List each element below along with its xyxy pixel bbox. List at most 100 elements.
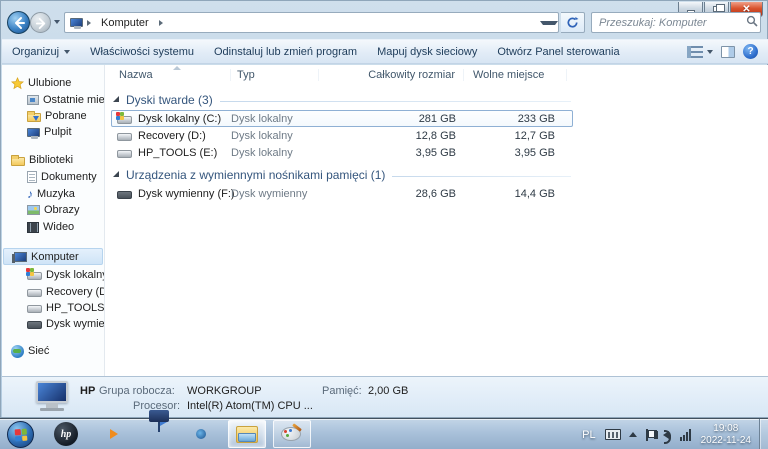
search-box [591, 12, 761, 33]
change-view-button[interactable] [687, 46, 713, 58]
computer-icon [30, 381, 70, 411]
search-icon[interactable] [746, 15, 763, 30]
sidebar-item-label: Pobrane [45, 110, 87, 122]
table-row-recovery-d[interactable]: Recovery (D:) Dysk lokalny 12,8 GB 12,7 … [113, 127, 575, 144]
sidebar-item-obrazy[interactable]: Obrazy [2, 202, 104, 218]
video-icon [27, 222, 39, 233]
chevron-down-icon [707, 50, 713, 54]
recent-pages-dropdown[interactable] [54, 20, 60, 24]
taskbar-hp-button[interactable]: hp [54, 422, 80, 448]
hidden-icons-button[interactable] [629, 432, 637, 437]
back-button[interactable] [7, 11, 30, 34]
desktop-icon [27, 128, 40, 137]
taskbar-media-player-button[interactable] [101, 422, 127, 448]
system-tray: PL 19:08 2022-11-24 [577, 419, 768, 449]
sidebar-item-label: Dysk wymienny [46, 318, 104, 330]
show-desktop-button[interactable] [759, 419, 768, 449]
sidebar-group-siec[interactable]: Sieć [2, 343, 104, 359]
column-header-nazwa[interactable]: Nazwa [113, 69, 231, 81]
table-row-hp-tools-e[interactable]: HP_TOOLS (E:) Dysk lokalny 3,95 GB 3,95 … [113, 144, 575, 161]
group-divider-line [220, 101, 571, 102]
toolbar-right-icons: ? [687, 44, 768, 59]
libraries-folder-icon [11, 157, 25, 166]
command-toolbar: Organizuj Właściwości systemu Odinstaluj… [2, 39, 768, 64]
removable-drive-icon [27, 321, 42, 329]
help-button[interactable]: ? [743, 44, 758, 59]
column-header-wolne[interactable]: Wolne miejsce [464, 69, 567, 81]
item-name: HP_TOOLS (E:) [138, 147, 217, 159]
windows-flag-icon [15, 429, 28, 442]
navigation-bar: Komputer [1, 11, 768, 35]
drive-system-icon [27, 272, 42, 280]
address-dropdown[interactable] [540, 21, 558, 25]
sidebar-group-ulubione[interactable]: Ulubione [2, 75, 104, 91]
keyboard-icon[interactable] [605, 429, 621, 440]
column-header-typ[interactable]: Typ [231, 69, 319, 81]
map-network-drive-label: Mapuj dysk sieciowy [377, 46, 477, 58]
map-network-drive-button[interactable]: Mapuj dysk sieciowy [367, 41, 487, 62]
group-label: Urządzenia z wymiennymi nośnikami pamięc… [126, 168, 385, 182]
taskbar-firefox-button[interactable] [189, 422, 215, 448]
sidebar-item-dokumenty[interactable]: Dokumenty [2, 169, 104, 185]
group-header-dyski-twarde[interactable]: Dyski twarde (3) [113, 93, 571, 107]
network-signal-icon[interactable] [680, 429, 691, 441]
open-control-panel-button[interactable]: Otwórz Panel sterowania [487, 41, 629, 62]
details-pane: HP Grupa robocza: WORKGROUP Pamięć: 2,00… [2, 376, 768, 417]
taskbar-clock[interactable]: 19:08 2022-11-24 [701, 423, 751, 447]
drive-system-icon [117, 116, 132, 124]
star-icon [11, 77, 24, 90]
workgroup-value: WORKGROUP [187, 385, 262, 397]
sidebar-item-hp-tools-e[interactable]: HP_TOOLS (E:) [2, 300, 104, 316]
item-free-space: 3,95 GB [464, 147, 567, 159]
uninstall-program-button[interactable]: Odinstaluj lub zmień program [204, 41, 367, 62]
sidebar-group-komputer[interactable]: Komputer [2, 249, 104, 265]
back-arrow-icon [12, 16, 26, 30]
workgroup-label: Grupa robocza: [99, 385, 175, 397]
address-bar[interactable]: Komputer [64, 12, 559, 33]
language-indicator[interactable]: PL [582, 429, 595, 441]
explorer-window: ✕ Komputer [0, 0, 768, 418]
sidebar-group-biblioteki[interactable]: Biblioteki [2, 152, 104, 168]
sidebar-item-label: Obrazy [44, 204, 79, 216]
item-name: Recovery (D:) [138, 130, 206, 142]
item-type: Dysk lokalny [231, 130, 319, 142]
start-button[interactable] [7, 421, 34, 448]
sidebar-item-wideo[interactable]: Wideo [2, 219, 104, 235]
item-type: Dysk lokalny [231, 113, 319, 125]
collapse-triangle-icon[interactable] [113, 171, 119, 177]
downloads-folder-icon [27, 113, 41, 122]
refresh-icon [566, 16, 579, 29]
sidebar-item-muzyka[interactable]: ♪ Muzyka [2, 186, 104, 202]
search-input[interactable] [592, 17, 746, 29]
taskbar-paint-button[interactable] [273, 420, 311, 448]
computer-name: HP [80, 385, 95, 397]
sidebar-item-pulpit[interactable]: Pulpit [2, 124, 104, 140]
computer-icon [14, 252, 27, 262]
column-header-rozmiar[interactable]: Całkowity rozmiar [319, 69, 464, 81]
table-row-dysk-c[interactable]: Dysk lokalny (C:) Dysk lokalny 281 GB 23… [113, 110, 575, 127]
taskbar-hp-app-button[interactable] [148, 422, 174, 448]
sidebar-item-pobrane[interactable]: Pobrane [2, 108, 104, 124]
refresh-button[interactable] [561, 12, 585, 33]
sidebar-item-ostatnie-miejsca[interactable]: Ostatnie miejsca [2, 92, 104, 108]
pictures-icon [27, 205, 40, 215]
system-properties-button[interactable]: Właściwości systemu [80, 41, 204, 62]
desktop-screen: ✕ Komputer [0, 0, 768, 449]
sidebar-item-recovery-d[interactable]: Recovery (D:) [2, 284, 104, 300]
forward-button[interactable] [30, 12, 51, 33]
group-header-urzadzenia-wymienne[interactable]: Urządzenia z wymiennymi nośnikami pamięc… [113, 168, 571, 182]
sidebar-item-dysk-wymienny[interactable]: Dysk wymienny [2, 316, 104, 332]
item-total-size: 3,95 GB [319, 147, 464, 159]
table-row-dysk-wymienny-f[interactable]: Dysk wymienny (F:) Dysk wymienny 28,6 GB… [113, 185, 575, 202]
volume-icon[interactable] [663, 431, 669, 439]
file-list: Nazwa Typ Całkowity rozmiar Wolne miejsc… [105, 65, 768, 376]
breadcrumb-komputer[interactable]: Komputer [95, 13, 155, 32]
taskbar-explorer-button[interactable] [228, 420, 266, 448]
open-control-panel-label: Otwórz Panel sterowania [497, 46, 619, 58]
collapse-triangle-icon[interactable] [113, 96, 119, 102]
item-total-size: 281 GB [319, 113, 464, 125]
preview-pane-button[interactable] [721, 46, 735, 58]
sidebar-item-dysk-c[interactable]: Dysk lokalny (C: [2, 267, 104, 283]
organize-button[interactable]: Organizuj [2, 41, 80, 62]
drive-icon [117, 133, 132, 141]
